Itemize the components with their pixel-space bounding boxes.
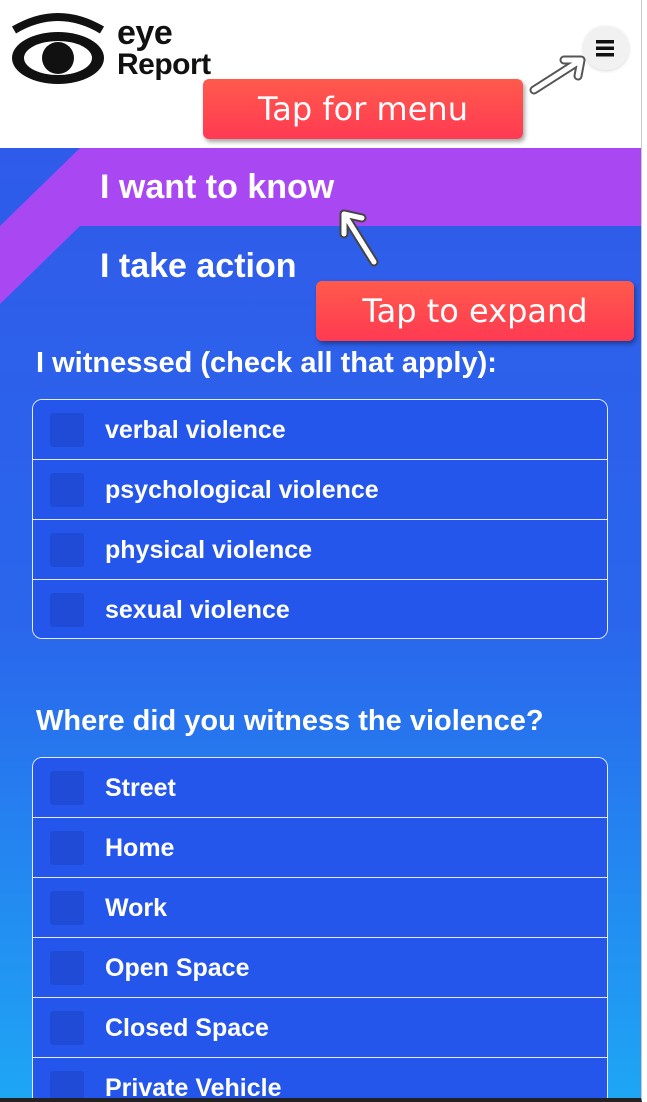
checkbox[interactable] <box>50 831 84 865</box>
witnessed-title: I witnessed (check all that apply): <box>36 347 497 379</box>
list-item[interactable]: Home <box>33 818 607 878</box>
where-title: Where did you witness the violence? <box>36 705 544 737</box>
checkbox[interactable] <box>50 413 84 447</box>
hamburger-menu-icon <box>596 40 614 57</box>
list-item-label: psychological violence <box>105 476 379 504</box>
checkbox[interactable] <box>50 951 84 985</box>
list-item-label: Closed Space <box>105 1014 269 1042</box>
header: eye Report Tap for menu <box>0 0 641 148</box>
list-item-label: Street <box>105 774 176 802</box>
list-item[interactable]: psychological violence <box>33 460 607 520</box>
tab-take-action[interactable]: I take action <box>100 247 297 286</box>
arrow-to-tab-icon <box>339 209 379 267</box>
list-item-label: verbal violence <box>105 416 286 444</box>
list-item[interactable]: Private Vehicle <box>33 1058 607 1102</box>
logo-text: eye Report <box>117 16 211 80</box>
logo-line1: eye <box>117 14 173 52</box>
list-item-label: Home <box>105 834 175 862</box>
checkbox[interactable] <box>50 473 84 507</box>
checkbox[interactable] <box>50 533 84 567</box>
checkbox[interactable] <box>50 771 84 805</box>
checkbox[interactable] <box>50 1071 84 1098</box>
checkbox[interactable] <box>50 593 84 627</box>
list-item-label: Work <box>105 894 168 922</box>
where-list: Street Home Work Open Space Closed Space… <box>32 757 608 1102</box>
tab-know-label[interactable]: I want to know <box>100 168 334 207</box>
logo-line2: Report <box>117 48 211 81</box>
app-frame: eye Report Tap for menu I want to know I… <box>0 0 642 1102</box>
checkbox[interactable] <box>50 1011 84 1045</box>
tooltip-tap-to-expand: Tap to expand <box>316 281 634 341</box>
list-item[interactable]: physical violence <box>33 520 607 580</box>
tooltip-tap-for-menu: Tap for menu <box>203 79 523 139</box>
list-item-label: physical violence <box>105 536 313 564</box>
list-item[interactable]: verbal violence <box>33 400 607 460</box>
arrow-to-menu-icon <box>529 55 586 95</box>
list-item-label: sexual violence <box>105 596 290 624</box>
list-item[interactable]: Street <box>33 758 607 818</box>
list-item-label: Private Vehicle <box>105 1074 282 1102</box>
witnessed-list: verbal violence psychological violence p… <box>32 399 608 639</box>
list-item[interactable]: sexual violence <box>33 580 607 638</box>
eye-logo-icon <box>11 13 105 84</box>
checkbox[interactable] <box>50 891 84 925</box>
list-item[interactable]: Work <box>33 878 607 938</box>
list-item[interactable]: Closed Space <box>33 998 607 1058</box>
list-item[interactable]: Open Space <box>33 938 607 998</box>
list-item-label: Open Space <box>105 954 250 982</box>
